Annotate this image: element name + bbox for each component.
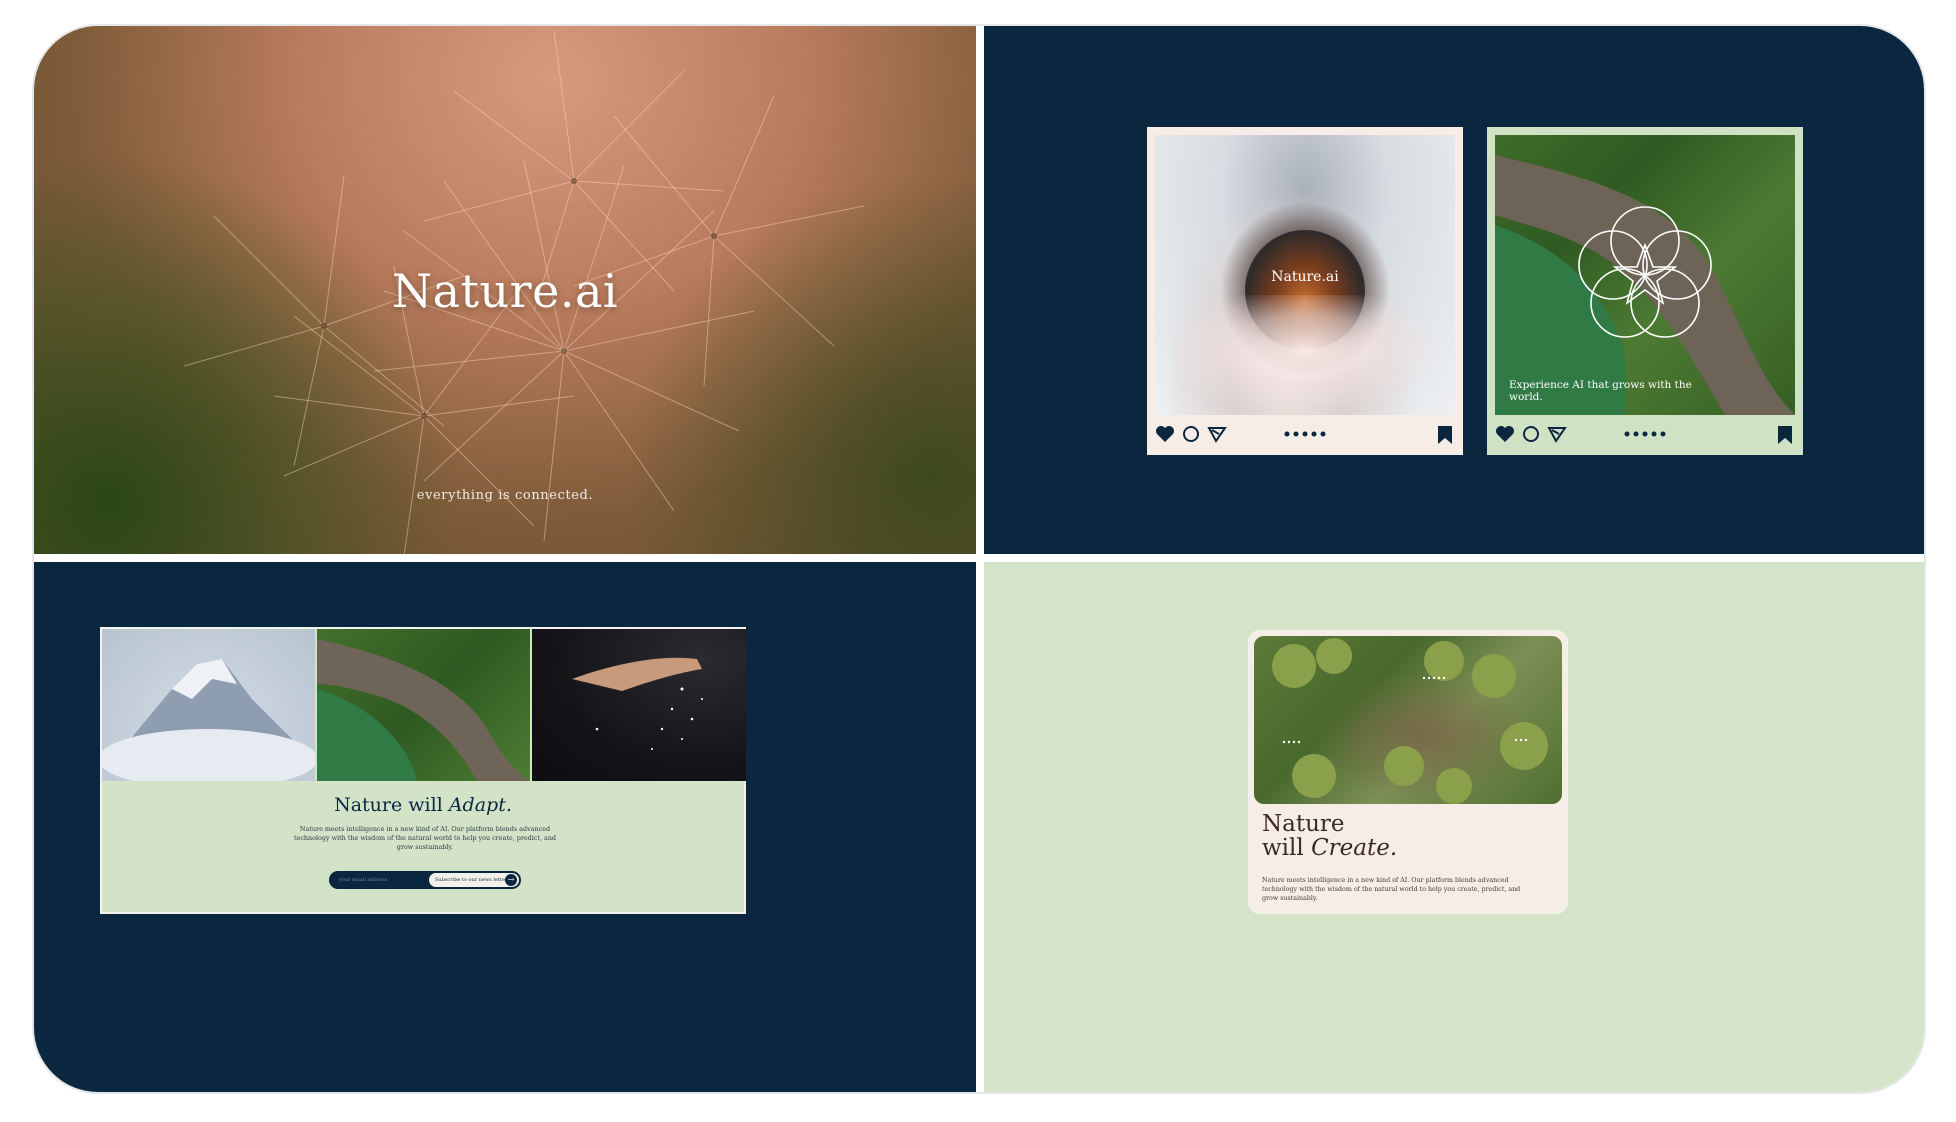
newsletter-form: your email address Subscribe to our news… bbox=[329, 871, 521, 889]
card-title-italic: Create. bbox=[1311, 835, 1398, 861]
card-title-line1: Nature bbox=[1262, 811, 1345, 837]
card-title-prefix: will bbox=[1262, 835, 1304, 861]
moodboard: Nature.ai everything is connected. Natur… bbox=[34, 26, 1924, 1092]
newsletter-banner: Nature will Adapt. Nature meets intellig… bbox=[100, 627, 746, 914]
share-icon[interactable] bbox=[1207, 425, 1227, 447]
hero-tagline: everything is connected. bbox=[416, 488, 594, 503]
social-post-card: Nature.ai bbox=[1147, 127, 1463, 455]
post-caption: Experience AI that grows with the world. bbox=[1509, 379, 1692, 403]
newsletter-panel: Nature will Adapt. Nature meets intellig… bbox=[34, 562, 976, 1092]
mist-shape bbox=[1175, 295, 1435, 405]
hero-title: Nature.ai bbox=[391, 264, 619, 318]
comment-icon[interactable] bbox=[1181, 425, 1201, 447]
social-posts-panel: Nature.ai Experience AI that grows with … bbox=[984, 26, 1924, 554]
bookmark-icon[interactable] bbox=[1437, 425, 1453, 449]
river-and-logo-illustration bbox=[1495, 155, 1795, 415]
card-title: Nature will Create. bbox=[1262, 812, 1397, 860]
forest-aerial-photo bbox=[1254, 636, 1562, 804]
hero-panel: Nature.ai everything is connected. bbox=[34, 26, 976, 554]
heart-icon[interactable] bbox=[1495, 425, 1515, 447]
subscribe-button-label: Subscribe to our news letter bbox=[435, 877, 508, 883]
river-aerial-photo bbox=[317, 629, 530, 781]
post-action-bar bbox=[1155, 415, 1455, 455]
misty-mountain-photo: Nature.ai bbox=[1155, 135, 1455, 415]
subscribe-button[interactable]: Subscribe to our news letter → bbox=[429, 873, 519, 887]
social-post-card: Experience AI that grows with the world. bbox=[1487, 127, 1803, 455]
email-field[interactable]: your email address bbox=[339, 875, 425, 885]
newsletter-title-italic: Adapt. bbox=[448, 794, 512, 816]
heart-icon[interactable] bbox=[1155, 425, 1175, 447]
create-card-panel: Nature will Create. Nature meets intelli… bbox=[984, 562, 1924, 1092]
newsletter-title-prefix: Nature will bbox=[334, 794, 443, 816]
card-body: Nature meets intelligence in a new kind … bbox=[1262, 877, 1521, 902]
newsletter-body: Nature meets intelligence in a new kind … bbox=[293, 825, 557, 851]
newsletter-title: Nature will Adapt. bbox=[102, 794, 744, 816]
post-brand: Nature.ai bbox=[1271, 269, 1339, 285]
create-card: Nature will Create. Nature meets intelli… bbox=[1248, 630, 1568, 914]
post-action-bar bbox=[1495, 415, 1795, 455]
hand-with-seeds-photo bbox=[532, 629, 746, 781]
comment-icon[interactable] bbox=[1521, 425, 1541, 447]
arrow-right-icon: → bbox=[505, 874, 517, 886]
more-icon[interactable] bbox=[1283, 425, 1327, 447]
share-icon[interactable] bbox=[1547, 425, 1567, 447]
river-aerial-photo: Experience AI that grows with the world. bbox=[1495, 135, 1795, 415]
more-icon[interactable] bbox=[1623, 425, 1667, 447]
card-title-line2: will Create. bbox=[1262, 836, 1397, 860]
bookmark-icon[interactable] bbox=[1777, 425, 1793, 449]
snowy-mountain-photo bbox=[102, 629, 315, 781]
